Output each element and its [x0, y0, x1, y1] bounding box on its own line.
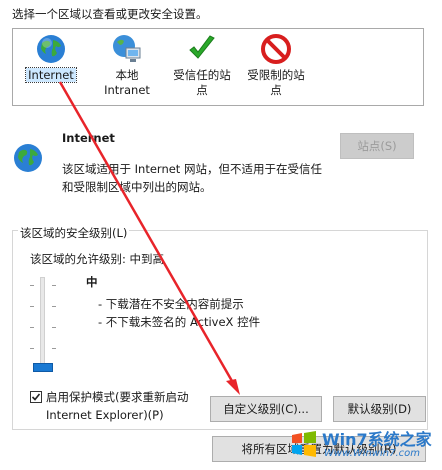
- slider-tick: [30, 327, 34, 328]
- zone-list[interactable]: Internet 本地 Intranet 受信任的站 点 受限制的站 点: [12, 28, 424, 106]
- security-slider-thumb[interactable]: [33, 363, 53, 372]
- slider-tick: [52, 348, 56, 349]
- zone-trusted-sites[interactable]: 受信任的站 点: [167, 33, 237, 98]
- zone-internet[interactable]: Internet: [21, 33, 81, 83]
- instruction-text: 选择一个区域以查看或更改安全设置。: [12, 7, 208, 21]
- green-checkmark-icon: [189, 35, 215, 59]
- slider-tick: [52, 327, 56, 328]
- security-level-title: 该区域的安全级别(L): [18, 225, 130, 241]
- network-computer-icon: [113, 35, 141, 62]
- watermark: Win7系统之家 Www.Winwin7.com: [290, 420, 440, 470]
- zone-info-desc-line2: 和受限制区域中列出的网站。: [62, 180, 212, 194]
- protected-mode-label-line1: 启用保护模式(要求重新启动: [46, 390, 189, 404]
- zone-local-intranet-line2: Intranet: [104, 83, 150, 97]
- security-bullet: - 不下载未签名的 ActiveX 控件: [98, 315, 261, 329]
- slider-tick: [30, 348, 34, 349]
- no-entry-icon: [261, 34, 291, 64]
- globe-icon: [37, 35, 65, 63]
- watermark-url: Www.Winwin7.com: [324, 448, 420, 459]
- security-bullet: - 下载潜在不安全内容前提示: [98, 297, 244, 311]
- watermark-title: Win7系统之家: [322, 430, 432, 449]
- zone-local-intranet-line1: 本地: [115, 68, 139, 82]
- slider-tick: [30, 306, 34, 307]
- checkmark-icon: [31, 393, 41, 401]
- protected-mode-checkbox[interactable]: [30, 391, 42, 403]
- zone-restricted-sites-line2: 点: [270, 83, 282, 97]
- zone-trusted-sites-line1: 受信任的站: [173, 68, 231, 82]
- zone-info-description: 该区域适用于 Internet 网站，但不适用于在受信任 和受限制区域中列出的网…: [62, 160, 322, 196]
- security-slider-track[interactable]: [40, 277, 45, 372]
- slider-tick: [52, 306, 56, 307]
- windows-logo-icon: [292, 431, 316, 457]
- slider-tick: [52, 285, 56, 286]
- zone-info-title: Internet: [62, 131, 115, 145]
- zone-info-desc-line1: 该区域适用于 Internet 网站，但不适用于在受信任: [62, 162, 322, 176]
- zone-local-intranet[interactable]: 本地 Intranet: [97, 33, 157, 98]
- security-level-name: 中: [86, 275, 98, 289]
- globe-icon: [14, 144, 42, 172]
- slider-tick: [30, 285, 34, 286]
- protected-mode-label-line2: Internet Explorer)(P): [46, 408, 164, 422]
- zone-trusted-sites-line2: 点: [196, 83, 208, 97]
- zone-restricted-sites-line1: 受限制的站: [247, 68, 305, 82]
- zone-internet-label: Internet: [25, 67, 77, 83]
- allowed-level-text: 该区域的允许级别: 中到高: [30, 252, 165, 266]
- zone-restricted-sites[interactable]: 受限制的站 点: [241, 33, 311, 98]
- sites-button[interactable]: 站点(S): [340, 133, 414, 159]
- default-level-button[interactable]: 默认级别(D): [333, 396, 426, 422]
- custom-level-button[interactable]: 自定义级别(C)...: [210, 396, 322, 422]
